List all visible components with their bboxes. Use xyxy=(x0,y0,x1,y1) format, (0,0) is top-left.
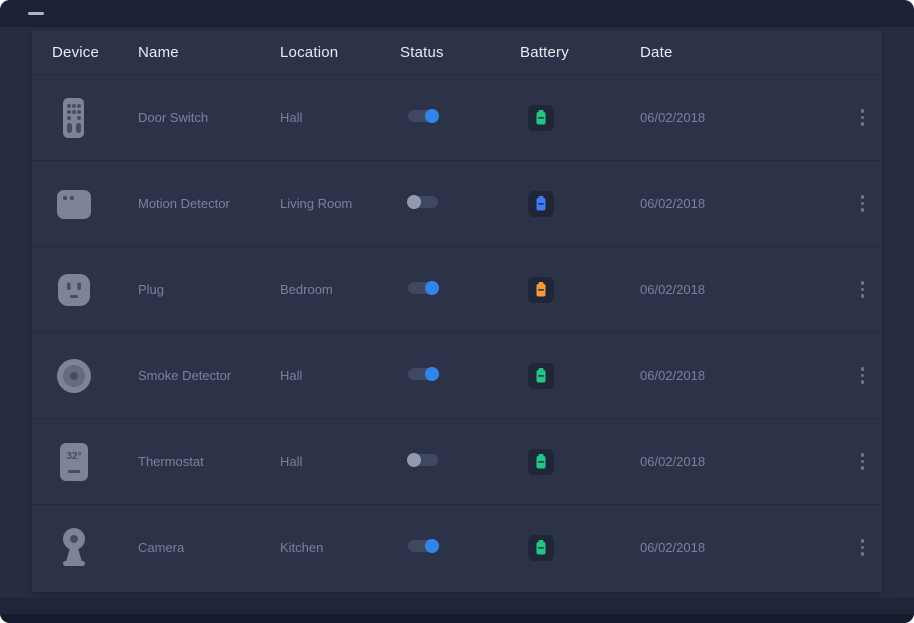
status-cell xyxy=(400,539,520,557)
device-name: Camera xyxy=(138,540,280,555)
battery-cell xyxy=(520,449,640,475)
device-name: Smoke Detector xyxy=(138,368,280,383)
device-row: Plug Bedroom 06/02/2018 xyxy=(32,246,882,332)
battery-cell xyxy=(520,363,640,389)
battery-cell xyxy=(520,191,640,217)
window-bottom-strip xyxy=(0,614,914,623)
header-device: Device xyxy=(52,44,138,61)
more-options-button[interactable] xyxy=(857,275,869,304)
toggle-knob xyxy=(407,195,421,209)
camera-icon xyxy=(52,526,96,570)
thermostat-icon: 32° xyxy=(52,440,96,484)
toggle-knob xyxy=(407,453,421,467)
battery-icon xyxy=(535,540,547,555)
status-toggle[interactable] xyxy=(408,110,438,122)
device-date: 06/02/2018 xyxy=(640,110,834,125)
battery-cell xyxy=(520,535,640,561)
window-dash-icon xyxy=(28,12,44,15)
battery-icon xyxy=(535,196,547,211)
battery-cell xyxy=(520,277,640,303)
svg-text:32°: 32° xyxy=(66,451,81,462)
table-header-row: Device Name Location Status Battery Date xyxy=(32,30,882,74)
device-location: Hall xyxy=(280,454,400,469)
status-toggle[interactable] xyxy=(408,196,438,208)
device-location: Hall xyxy=(280,110,400,125)
battery-badge xyxy=(528,277,554,303)
device-row: Camera Kitchen 06/02/2018 xyxy=(32,504,882,590)
device-row: Motion Detector Living Room 06/02/2018 xyxy=(32,160,882,246)
battery-icon xyxy=(535,368,547,383)
battery-badge xyxy=(528,191,554,217)
status-cell xyxy=(400,367,520,385)
battery-badge xyxy=(528,449,554,475)
more-options-button[interactable] xyxy=(857,361,869,390)
device-date: 06/02/2018 xyxy=(640,368,834,383)
window-bottom-bar xyxy=(0,598,914,614)
window-titlebar xyxy=(0,0,914,27)
battery-icon xyxy=(535,454,547,469)
status-cell xyxy=(400,109,520,127)
device-row: 32° Thermostat Hall 06/02/2018 xyxy=(32,418,882,504)
device-location: Bedroom xyxy=(280,282,400,297)
motion-detector-icon xyxy=(52,182,96,226)
remote-icon xyxy=(52,96,96,140)
more-options-button[interactable] xyxy=(857,533,869,562)
device-location: Hall xyxy=(280,368,400,383)
device-row: Smoke Detector Hall 06/02/2018 xyxy=(32,332,882,418)
header-status: Status xyxy=(400,44,520,61)
header-date: Date xyxy=(640,44,834,61)
status-cell xyxy=(400,281,520,299)
device-name: Motion Detector xyxy=(138,196,280,211)
status-toggle[interactable] xyxy=(408,454,438,466)
status-cell xyxy=(400,195,520,213)
battery-badge xyxy=(528,105,554,131)
toggle-knob xyxy=(425,281,439,295)
toggle-knob xyxy=(425,109,439,123)
device-date: 06/02/2018 xyxy=(640,282,834,297)
toggle-knob xyxy=(425,539,439,553)
status-toggle[interactable] xyxy=(408,368,438,380)
more-options-button[interactable] xyxy=(857,103,869,132)
status-toggle[interactable] xyxy=(408,282,438,294)
device-name: Thermostat xyxy=(138,454,280,469)
app-window: Device Name Location Status Battery Date… xyxy=(0,0,914,623)
header-battery: Battery xyxy=(520,44,640,61)
more-options-button[interactable] xyxy=(857,189,869,218)
device-location: Kitchen xyxy=(280,540,400,555)
device-name: Door Switch xyxy=(138,110,280,125)
smoke-detector-icon xyxy=(52,354,96,398)
status-cell xyxy=(400,453,520,471)
device-table-card: Device Name Location Status Battery Date… xyxy=(32,30,882,592)
toggle-knob xyxy=(425,367,439,381)
device-location: Living Room xyxy=(280,196,400,211)
battery-icon xyxy=(535,282,547,297)
battery-badge xyxy=(528,535,554,561)
device-date: 06/02/2018 xyxy=(640,540,834,555)
device-row: Door Switch Hall 06/02/2018 xyxy=(32,74,882,160)
more-options-button[interactable] xyxy=(857,447,869,476)
header-location: Location xyxy=(280,44,400,61)
device-name: Plug xyxy=(138,282,280,297)
battery-badge xyxy=(528,363,554,389)
battery-icon xyxy=(535,110,547,125)
device-rows: Door Switch Hall 06/02/2018 xyxy=(32,74,882,590)
device-date: 06/02/2018 xyxy=(640,454,834,469)
status-toggle[interactable] xyxy=(408,540,438,552)
device-date: 06/02/2018 xyxy=(640,196,834,211)
header-name: Name xyxy=(138,44,280,61)
plug-icon xyxy=(52,268,96,312)
battery-cell xyxy=(520,105,640,131)
